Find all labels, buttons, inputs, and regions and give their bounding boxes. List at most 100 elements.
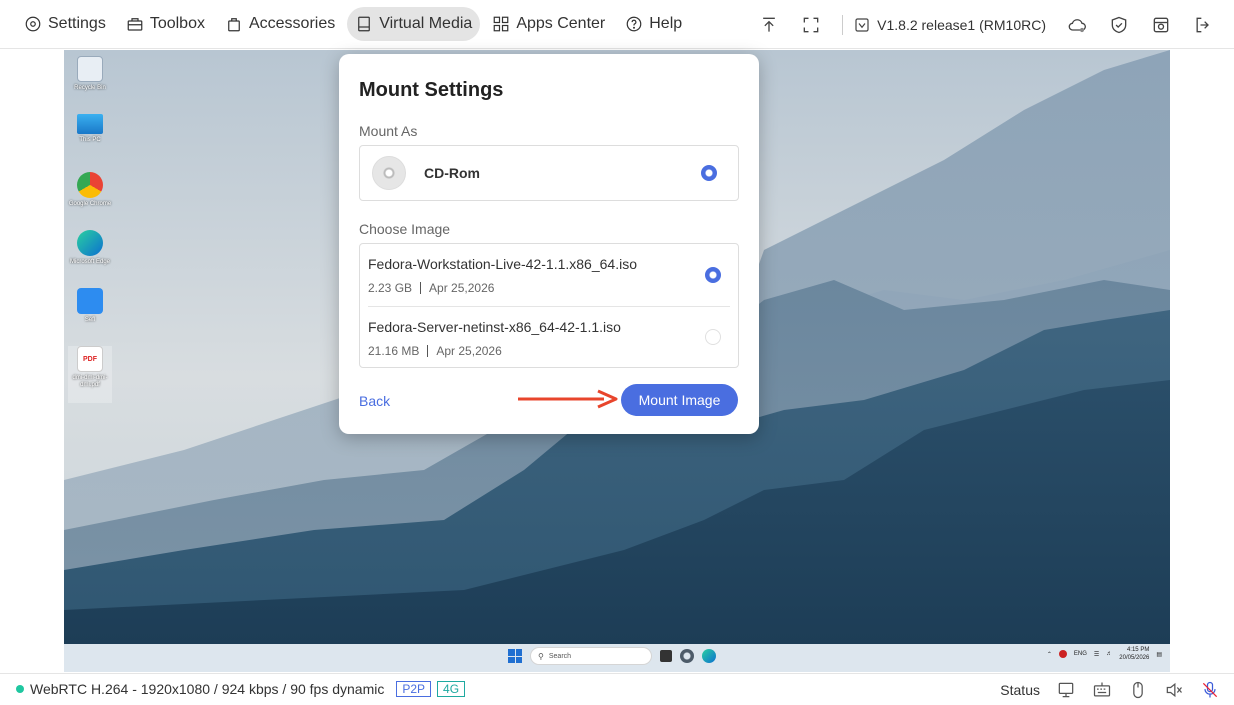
shield-icon xyxy=(1111,16,1127,33)
edge-taskbar-icon[interactable] xyxy=(702,649,716,663)
arrow-annotation-icon xyxy=(518,389,618,409)
volume-icon[interactable]: ♬ xyxy=(1106,651,1112,657)
image-item[interactable]: Fedora-Workstation-Live-42-1.1.x86_64.is… xyxy=(368,244,730,305)
stream-info: WebRTC H.264 - 1920x1080 / 924 kbps / 90… xyxy=(30,681,385,697)
app-icon xyxy=(77,288,103,314)
menu-help[interactable]: Help xyxy=(617,7,690,41)
mount-option-radio[interactable] xyxy=(701,165,717,181)
logout-icon xyxy=(1196,17,1209,32)
chevron-up-icon[interactable]: ⌃ xyxy=(1047,651,1052,658)
choose-image-label: Choose Image xyxy=(359,221,451,237)
dialog-title: Mount Settings xyxy=(359,79,504,101)
toolbox-icon xyxy=(127,18,143,31)
status-right: Status xyxy=(1000,674,1220,705)
top-toolbar: Settings Toolbox Accessories Virtual Med… xyxy=(0,0,1234,49)
help-icon xyxy=(626,16,642,32)
version-icon xyxy=(855,17,869,32)
menu-apps-center[interactable]: Apps Center xyxy=(484,7,613,41)
mount-image-button[interactable]: Mount Image xyxy=(621,384,738,416)
system-tray: ⌃ ENG ☰ ♬ 4:15 PM 20/05/2026 ▤ xyxy=(1047,646,1162,662)
meta-divider xyxy=(427,345,429,357)
desktop-icon-label: Sefl xyxy=(84,317,96,323)
screenshot-button[interactable] xyxy=(1140,4,1182,46)
image-list: Fedora-Workstation-Live-42-1.1.x86_64.is… xyxy=(359,243,739,368)
pdf-icon: PDF xyxy=(77,346,103,372)
drive-icon xyxy=(358,16,371,32)
network-icon[interactable] xyxy=(1058,650,1067,658)
taskbar-search-placeholder: Search xyxy=(548,652,572,660)
desktop-icon-label: Google Chrome xyxy=(68,201,112,207)
mouse-icon[interactable] xyxy=(1128,680,1148,700)
mount-option-cdrom[interactable]: CD-Rom xyxy=(359,145,739,201)
image-date: Apr 25,2026 xyxy=(436,344,502,358)
desktop-icons: Recycle Bin This PC Google Chrome Micros… xyxy=(68,56,112,404)
security-button[interactable] xyxy=(1098,4,1140,46)
speaker-muted-icon[interactable] xyxy=(1164,680,1184,700)
tray-date: 20/05/2026 xyxy=(1119,655,1150,661)
desktop-icon-chrome[interactable]: Google Chrome xyxy=(68,172,112,229)
tray-time: 4:15 PM xyxy=(1126,647,1150,653)
wifi-icon[interactable]: ☰ xyxy=(1094,651,1099,658)
upload-button[interactable] xyxy=(748,4,790,46)
menu-settings-label: Settings xyxy=(48,15,106,32)
image-size: 2.23 GB xyxy=(368,281,413,295)
keyboard-icon[interactable] xyxy=(1092,680,1112,700)
p2p-badge: P2P xyxy=(396,681,432,697)
version-info[interactable]: V1.8.2 release1 (RM10RC) xyxy=(853,16,1046,34)
image-radio-selected[interactable] xyxy=(705,267,721,283)
image-meta: 2.23 GB Apr 25,2026 xyxy=(368,281,494,295)
menu-toolbox-label: Toolbox xyxy=(149,15,205,32)
logout-button[interactable] xyxy=(1182,4,1224,46)
taskview-icon[interactable] xyxy=(660,650,672,662)
bag-icon xyxy=(228,18,240,32)
tray-lang[interactable]: ENG xyxy=(1074,651,1087,657)
status-bar: WebRTC H.264 - 1920x1080 / 924 kbps / 90… xyxy=(0,673,1234,704)
desktop-icon-this-pc[interactable]: This PC xyxy=(68,114,112,171)
menu-settings[interactable]: Settings xyxy=(16,7,114,41)
cloud-icon xyxy=(1068,18,1086,32)
menu-accessories[interactable]: Accessories xyxy=(217,7,343,41)
taskbar: ⚲ Search ⌃ ENG ☰ ♬ 4:15 PM 20/05/2026 ▤ xyxy=(64,644,1170,672)
edge-icon xyxy=(77,230,103,256)
fullscreen-button[interactable] xyxy=(790,4,832,46)
monitor-icon xyxy=(77,114,103,134)
menu-help-label: Help xyxy=(649,15,683,32)
desktop-icon-pdf[interactable]: PDF dmi-dmi-dmi-dmi.pdf xyxy=(68,346,112,403)
monitor-icon[interactable] xyxy=(1056,680,1076,700)
settings-app-icon[interactable] xyxy=(680,649,694,663)
menu-virtual-media-label: Virtual Media xyxy=(379,15,473,32)
cd-icon xyxy=(372,156,406,190)
image-name: Fedora-Workstation-Live-42-1.1.x86_64.is… xyxy=(368,256,637,272)
toolbar-divider xyxy=(842,14,844,35)
menu-toolbox[interactable]: Toolbox xyxy=(118,7,213,41)
upload-icon xyxy=(763,17,775,32)
windows-start-icon[interactable] xyxy=(508,649,522,663)
image-item[interactable]: Fedora-Server-netinst-x86_64-42-1.1.iso … xyxy=(368,306,730,367)
menu-virtual-media[interactable]: Virtual Media xyxy=(347,7,481,41)
desktop-icon-label: dmi-dmi-dmi-dmi.pdf xyxy=(72,375,108,388)
tray-clock[interactable]: 4:15 PM 20/05/2026 xyxy=(1119,646,1149,662)
desktop-icon-recycle-bin[interactable]: Recycle Bin xyxy=(68,56,112,113)
desktop-icon-label: This PC xyxy=(79,137,101,143)
recycle-bin-icon xyxy=(77,56,103,82)
taskbar-search[interactable]: ⚲ Search xyxy=(530,647,652,665)
cloud-button[interactable] xyxy=(1056,4,1098,46)
meta-divider xyxy=(420,282,422,294)
mount-settings-dialog: Mount Settings Mount As CD-Rom Choose Im… xyxy=(339,54,759,434)
fullscreen-icon xyxy=(803,17,819,32)
image-meta: 21.16 MB Apr 25,2026 xyxy=(368,344,502,358)
desktop-icon-label: Microsoft Edge xyxy=(69,259,111,265)
image-radio-unselected[interactable] xyxy=(705,329,721,345)
status-button[interactable]: Status xyxy=(1000,682,1040,698)
4g-badge: 4G xyxy=(437,681,466,697)
main-menu: Settings Toolbox Accessories Virtual Med… xyxy=(0,0,694,48)
connection-status-dot xyxy=(16,685,24,693)
microphone-muted-icon[interactable] xyxy=(1200,680,1220,700)
back-link[interactable]: Back xyxy=(359,393,390,409)
image-size: 21.16 MB xyxy=(368,344,420,358)
desktop-icon-app[interactable]: Sefl xyxy=(68,288,112,345)
mount-as-label: Mount As xyxy=(359,123,418,139)
image-date: Apr 25,2026 xyxy=(429,281,495,295)
desktop-icon-edge[interactable]: Microsoft Edge xyxy=(68,230,112,287)
notification-icon[interactable]: ▤ xyxy=(1156,651,1162,658)
